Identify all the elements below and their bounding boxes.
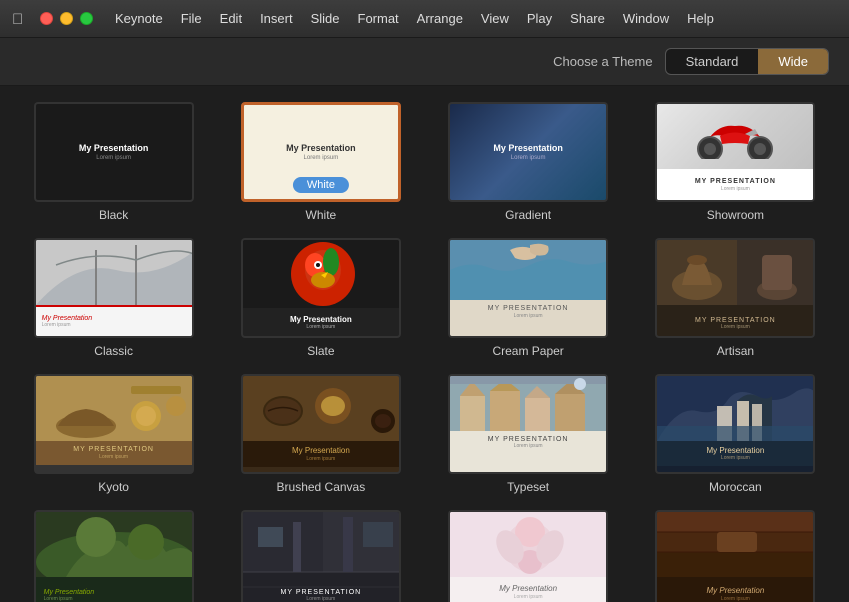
theme-brushed-canvas-label: Brushed Canvas xyxy=(277,480,366,494)
close-button[interactable] xyxy=(40,12,53,25)
theme-gradient[interactable]: My Presentation Lorem ipsum Gradient xyxy=(435,102,622,222)
theme-typeset[interactable]: MY PRESENTATION Lorem ipsum Typeset xyxy=(435,374,622,494)
theme-bottom3[interactable]: My Presentation Lorem ipsum xyxy=(435,510,622,602)
titlebar:  Keynote File Edit Insert Slide Format … xyxy=(0,0,849,38)
theme-slate[interactable]: My Presentation Lorem ipsum Slate xyxy=(227,238,414,358)
theme-gradient-label: Gradient xyxy=(505,208,551,222)
theme-bottom4[interactable]: My Presentation Lorem ipsum xyxy=(642,510,829,602)
theme-cream-paper-label: Cream Paper xyxy=(492,344,563,358)
menu-keynote[interactable]: Keynote xyxy=(107,8,171,29)
theme-kyoto-label: Kyoto xyxy=(98,480,129,494)
theme-artisan-label: Artisan xyxy=(717,344,754,358)
menu-window[interactable]: Window xyxy=(615,8,677,29)
menu-help[interactable]: Help xyxy=(679,8,722,29)
traffic-lights xyxy=(40,12,93,25)
theme-bottom2[interactable]: MY PRESENTATION Lorem ipsum xyxy=(227,510,414,602)
header-title: Choose a Theme xyxy=(553,54,653,69)
menu-insert[interactable]: Insert xyxy=(252,8,301,29)
menu-file[interactable]: File xyxy=(173,8,210,29)
theme-cream-paper[interactable]: MY PRESENTATION Lorem ipsum Cream Paper xyxy=(435,238,622,358)
menu-slide[interactable]: Slide xyxy=(303,8,348,29)
header: Choose a Theme Standard Wide xyxy=(0,38,849,86)
themes-grid: My Presentation Lorem ipsum Black My Pre… xyxy=(20,102,829,602)
fullscreen-button[interactable] xyxy=(80,12,93,25)
minimize-button[interactable] xyxy=(60,12,73,25)
menu-arrange[interactable]: Arrange xyxy=(409,8,471,29)
theme-white-label: White xyxy=(306,208,337,222)
wide-button[interactable]: Wide xyxy=(758,49,828,74)
theme-classic-label: Classic xyxy=(94,344,133,358)
theme-classic[interactable]: My Presentation Lorem ipsum Classic xyxy=(20,238,207,358)
theme-artisan[interactable]: MY PRESENTATION Lorem ipsum Artisan xyxy=(642,238,829,358)
theme-white[interactable]: My Presentation Lorem ipsum White White xyxy=(227,102,414,222)
standard-button[interactable]: Standard xyxy=(666,49,759,74)
menu-format[interactable]: Format xyxy=(350,8,407,29)
theme-typeset-label: Typeset xyxy=(507,480,549,494)
theme-black-label: Black xyxy=(99,208,128,222)
theme-showroom[interactable]: MY PRESENTATION Lorem ipsum Showroom xyxy=(642,102,829,222)
menu-play[interactable]: Play xyxy=(519,8,560,29)
theme-bottom1[interactable]: My Presentation Lorem ipsum xyxy=(20,510,207,602)
theme-moroccan[interactable]: My Presentation Lorem ipsum Moroccan xyxy=(642,374,829,494)
apple-icon:  xyxy=(12,11,28,27)
theme-slate-label: Slate xyxy=(307,344,334,358)
theme-toggle: Standard Wide xyxy=(665,48,829,75)
menu-share[interactable]: Share xyxy=(562,8,613,29)
themes-content: My Presentation Lorem ipsum Black My Pre… xyxy=(0,86,849,602)
theme-moroccan-label: Moroccan xyxy=(709,480,762,494)
theme-kyoto[interactable]: MY PRESENTATION Lorem ipsum Kyoto xyxy=(20,374,207,494)
menu-edit[interactable]: Edit xyxy=(212,8,250,29)
menu-view[interactable]: View xyxy=(473,8,517,29)
selected-badge: White xyxy=(293,177,349,193)
menu-bar: Keynote File Edit Insert Slide Format Ar… xyxy=(103,8,837,29)
theme-brushed-canvas[interactable]: My Presentation Lorem ipsum Brushed Canv… xyxy=(227,374,414,494)
theme-showroom-label: Showroom xyxy=(707,208,764,222)
theme-black[interactable]: My Presentation Lorem ipsum Black xyxy=(20,102,207,222)
